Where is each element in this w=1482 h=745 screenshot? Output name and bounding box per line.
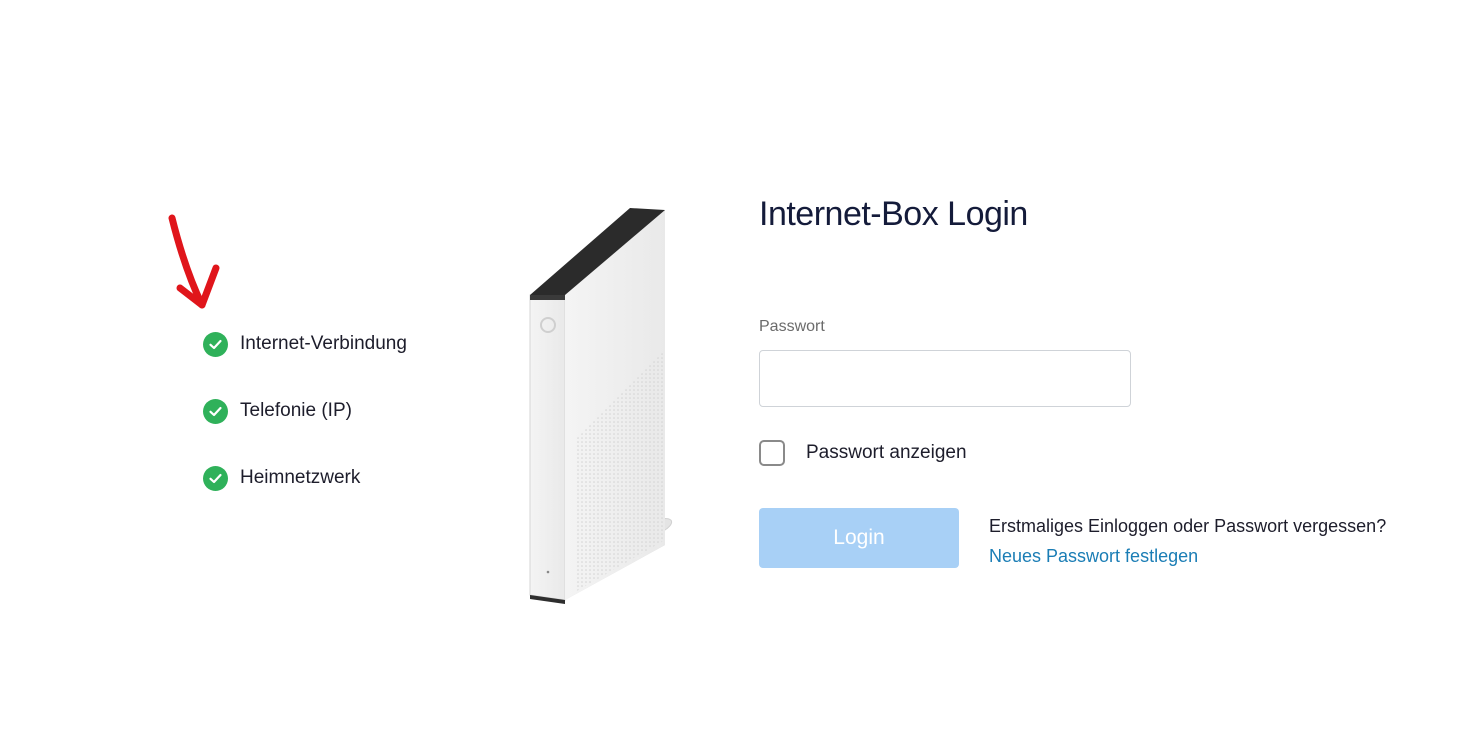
red-arrow-down-icon	[168, 214, 220, 309]
show-password-checkbox[interactable]	[759, 440, 785, 466]
password-label: Passwort	[759, 318, 825, 335]
status-label: Telefonie (IP)	[240, 400, 352, 421]
page-title: Internet-Box Login	[759, 195, 1028, 233]
login-form: Internet-Box Login Passwort Passwort anz…	[759, 195, 1439, 568]
show-password-row[interactable]: Passwort anzeigen	[759, 440, 967, 466]
status-item-home-network: Heimnetzwerk	[203, 464, 407, 492]
show-password-label[interactable]: Passwort anzeigen	[806, 442, 967, 464]
login-button[interactable]: Login	[759, 508, 959, 568]
connection-status-list: Internet-Verbindung Telefonie (IP) Heimn…	[203, 330, 407, 531]
password-help: Erstmaliges Einloggen oder Passwort verg…	[989, 511, 1429, 571]
check-circle-icon	[203, 465, 228, 491]
router-device-image	[529, 208, 672, 604]
password-input[interactable]	[759, 350, 1131, 407]
set-new-password-link[interactable]: Neues Passwort festlegen	[989, 541, 1429, 571]
check-circle-icon	[203, 398, 228, 424]
check-circle-icon	[203, 331, 228, 357]
login-page: Internet-Verbindung Telefonie (IP) Heimn…	[0, 0, 1482, 745]
status-item-internet: Internet-Verbindung	[203, 330, 407, 358]
status-item-telephony: Telefonie (IP)	[203, 397, 407, 425]
status-label: Internet-Verbindung	[240, 333, 407, 354]
help-text: Erstmaliges Einloggen oder Passwort verg…	[989, 516, 1387, 536]
status-label: Heimnetzwerk	[240, 467, 361, 488]
